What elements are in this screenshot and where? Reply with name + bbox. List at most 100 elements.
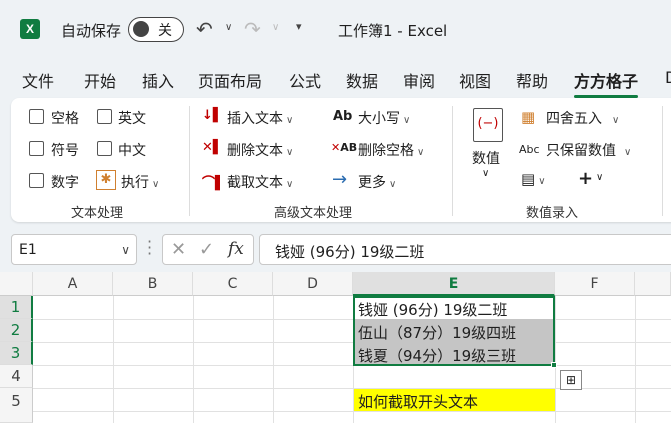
delete-text-icon: ✕▌ (202, 140, 223, 155)
delete-space-glyph: AB (340, 141, 358, 154)
column-header-e[interactable]: E (353, 272, 555, 296)
tab-insert[interactable]: 插入 (142, 68, 174, 92)
undo-dropdown-icon[interactable]: ∨ (225, 22, 232, 33)
tab-home[interactable]: 开始 (84, 68, 116, 92)
autosave-state: 关 (158, 23, 172, 39)
more-button[interactable]: 更多 ∨ (358, 172, 396, 192)
chevron-down-icon: ∨ (403, 115, 411, 126)
column-header-d[interactable]: D (273, 272, 353, 296)
grid-line (635, 296, 636, 423)
delete-space-icon: ✕AB (331, 141, 358, 154)
ribbon-tabs: 文件 开始 插入 页面布局 公式 数据 审阅 视图 帮助 方方格子 D (0, 62, 671, 98)
redo-dropdown-icon[interactable]: ∨ (272, 22, 279, 33)
case-button[interactable]: 大小写 ∨ (358, 108, 410, 128)
case-label: 大小写 (358, 111, 400, 127)
keep-value-button[interactable]: 只保留数值 ∨ (546, 140, 631, 160)
more-options-icon[interactable]: · · · (147, 234, 152, 262)
row-header-3[interactable]: 3 (0, 342, 33, 365)
grid-line (193, 296, 194, 423)
chevron-down-icon[interactable]: ∨ (596, 172, 603, 183)
english-checkbox[interactable] (97, 109, 112, 124)
grid-line (33, 342, 671, 343)
row-header-1[interactable]: 1 (0, 296, 33, 319)
customize-toolbar-icon[interactable]: ▾ (296, 20, 302, 33)
plus-button[interactable]: + (578, 168, 593, 189)
row-header-5[interactable]: 5 (0, 388, 33, 423)
fill-handle[interactable] (551, 362, 557, 368)
insert-text-icon: ↓▌ (202, 108, 223, 123)
name-box-value: E1 (19, 242, 37, 258)
formula-input[interactable]: 钱娅 (96分) 19级二班 (259, 234, 671, 265)
column-header-b[interactable]: B (113, 272, 193, 296)
column-header-a[interactable]: A (33, 272, 113, 296)
tab-file[interactable]: 文件 (22, 68, 54, 92)
undo-icon[interactable]: ↶ (196, 17, 213, 41)
row-header-4[interactable]: 4 (0, 365, 33, 388)
space-checkbox[interactable] (29, 109, 44, 124)
tab-view[interactable]: 视图 (459, 68, 491, 92)
delete-space-button[interactable]: 删除空格 ∨ (358, 140, 424, 160)
number-checkbox[interactable] (29, 173, 44, 188)
advanced-group-label: 高级文本处理 (274, 206, 353, 221)
redo-icon[interactable]: ↷ (244, 17, 261, 41)
spreadsheet-grid: A B C D E F 1 2 3 4 5 (0, 272, 671, 423)
round-label: 四舍五入 (546, 111, 602, 127)
chevron-down-icon: ∨ (612, 115, 620, 126)
row-header-2[interactable]: 2 (0, 319, 33, 342)
insert-text-button[interactable]: 插入文本 ∨ (227, 108, 293, 128)
tab-data[interactable]: 数据 (346, 68, 378, 92)
quick-analysis-icon[interactable]: ⊞ (560, 370, 582, 390)
keep-value-label: 只保留数值 (546, 143, 616, 159)
title-bar: X 自动保存 关 ↶ ∨ ↷ ∨ ▾ 工作簿1 - Excel (0, 0, 671, 60)
column-header-g[interactable] (635, 272, 671, 296)
grid-line (113, 296, 114, 423)
cancel-icon[interactable]: ✕ (171, 239, 186, 260)
symbol-label: 符号 (51, 143, 79, 159)
name-box[interactable]: E1 ∨ (11, 234, 137, 265)
cell-e5[interactable]: 如何截取开头文本 (358, 391, 478, 412)
insert-text-label: 插入文本 (227, 111, 283, 127)
confirm-icon[interactable]: ✓ (199, 239, 214, 260)
execute-icon: ✱ (96, 170, 116, 190)
number-group-label: 数值录入 (526, 206, 579, 221)
chevron-down-icon[interactable]: ∨ (121, 243, 130, 257)
tab-review[interactable]: 审阅 (403, 68, 435, 92)
autosave-toggle[interactable]: 关 (128, 17, 184, 42)
chevron-down-icon[interactable]: ∨ (482, 168, 489, 179)
round-icon: ▦ (521, 108, 536, 126)
delete-text-button[interactable]: 删除文本 ∨ (227, 140, 293, 160)
selection-range (353, 296, 555, 366)
grid-line (33, 319, 671, 320)
column-header-c[interactable]: C (193, 272, 273, 296)
tab-overflow[interactable]: D (665, 68, 671, 87)
value-button[interactable]: 数值 (472, 148, 500, 168)
keep-value-icon: Abc (519, 143, 540, 156)
chevron-down-icon: ∨ (286, 115, 294, 126)
delete-text-label: 删除文本 (227, 143, 283, 159)
column-header-f[interactable]: F (555, 272, 635, 296)
tab-formulas[interactable]: 公式 (289, 68, 321, 92)
toggle-knob (133, 21, 149, 37)
symbol-checkbox[interactable] (29, 141, 44, 156)
extract-text-button[interactable]: 截取文本 ∨ (227, 172, 293, 192)
tab-help[interactable]: 帮助 (516, 68, 548, 92)
tab-fangfangezi[interactable]: 方方格子 (574, 68, 639, 98)
formula-bar: E1 ∨ · · · ✕ ✓ fx 钱娅 (96分) 19级二班 (0, 232, 671, 268)
autosave-label: 自动保存 (61, 22, 122, 40)
extract-text-icon: ⌒▌ (202, 176, 225, 191)
text-group-label: 文本处理 (71, 206, 124, 221)
english-label: 英文 (118, 111, 146, 127)
edit-table-icon[interactable]: ▤ ∨ (521, 170, 546, 188)
round-button[interactable]: 四舍五入 ∨ (546, 108, 619, 128)
execute-button[interactable]: 执行 ∨ (121, 172, 159, 192)
chinese-checkbox[interactable] (97, 141, 112, 156)
group-divider (662, 106, 663, 216)
ribbon-panel: 空格 英文 符号 中文 数字 ✱ 执行 ∨ 文本处理 ↓▌ 插入文本 ∨ ✕▌ 删除… (11, 98, 671, 222)
document-title: 工作簿1 - Excel (338, 22, 448, 40)
select-all-corner[interactable] (0, 272, 33, 296)
tab-page-layout[interactable]: 页面布局 (198, 68, 262, 92)
chevron-down-icon: ∨ (286, 179, 294, 190)
chevron-down-icon: ∨ (152, 179, 160, 190)
insert-function-icon[interactable]: fx (228, 239, 244, 259)
number-label: 数字 (51, 175, 79, 191)
